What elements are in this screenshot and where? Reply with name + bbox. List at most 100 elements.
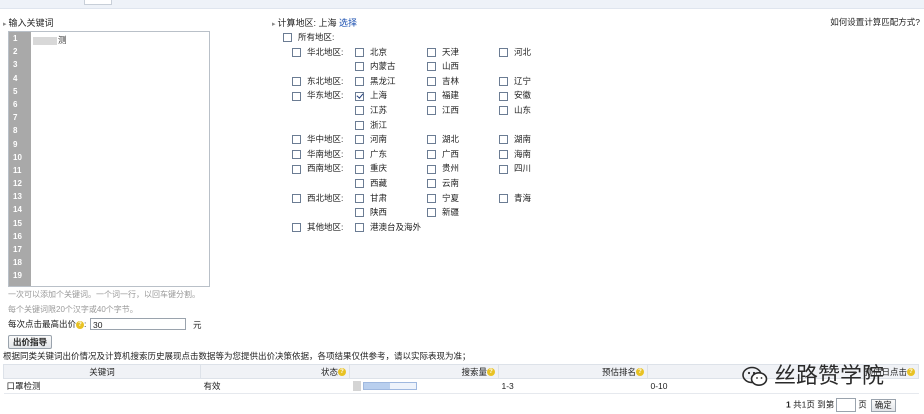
checkbox[interactable] <box>499 106 508 116</box>
region-option[interactable]: 黑龙江 <box>355 75 396 87</box>
checkbox[interactable] <box>427 135 436 145</box>
keyword-editor[interactable]: 1 2 3 4 5 6 7 8 9 10 11 12 13 14 15 16 17 18 19 测 <box>8 31 210 287</box>
region-group-3[interactable]: 华中地区: <box>292 133 343 145</box>
checkbox[interactable] <box>499 47 508 57</box>
region-option[interactable]: 海南 <box>499 148 531 160</box>
region-option[interactable]: 福建 <box>427 89 459 101</box>
checkbox[interactable] <box>355 135 364 145</box>
region-option[interactable]: 重庆 <box>355 162 387 174</box>
help-icon[interactable]: ? <box>487 368 495 377</box>
checkbox[interactable] <box>355 106 364 116</box>
region-group-0[interactable]: 华北地区: <box>292 46 343 58</box>
checkbox[interactable] <box>292 47 301 57</box>
checkbox[interactable] <box>427 91 436 101</box>
pager: 1 共1页 到第 页确定 <box>786 398 896 412</box>
region-group-7[interactable]: 其他地区: <box>292 221 343 233</box>
region-group-6[interactable]: 西北地区: <box>292 192 343 204</box>
checkbox[interactable] <box>499 193 508 203</box>
region-select-link[interactable]: 选择 <box>339 18 357 28</box>
checkbox[interactable] <box>292 222 301 232</box>
checkbox[interactable] <box>292 135 301 145</box>
region-option[interactable]: 山西 <box>427 60 459 72</box>
checkbox[interactable] <box>427 76 436 86</box>
region-option[interactable]: 河北 <box>499 46 531 58</box>
region-option[interactable]: 云南 <box>427 177 459 189</box>
region-option[interactable]: 湖南 <box>499 133 531 145</box>
col-search-volume: 搜索量? <box>349 364 499 379</box>
region-option[interactable]: 青海 <box>499 192 531 204</box>
region-option[interactable]: 浙江 <box>355 119 387 131</box>
region-option[interactable]: 新疆 <box>427 206 459 218</box>
bid-input[interactable]: 30 <box>90 318 186 330</box>
checkbox[interactable] <box>499 164 508 174</box>
checkbox[interactable] <box>292 193 301 203</box>
region-option[interactable]: 四川 <box>499 162 531 174</box>
checkbox[interactable] <box>355 47 364 57</box>
checkbox[interactable] <box>499 76 508 86</box>
region-group-4[interactable]: 华南地区: <box>292 148 343 160</box>
checkbox[interactable] <box>427 106 436 116</box>
bid-guide-button[interactable]: 出价指导 <box>8 335 53 349</box>
help-icon[interactable]: ? <box>636 368 644 377</box>
col-status: 状态? <box>200 364 350 379</box>
checkbox[interactable] <box>499 149 508 159</box>
region-option[interactable]: 吉林 <box>427 75 459 87</box>
checkbox[interactable] <box>292 91 301 101</box>
checkbox[interactable] <box>427 179 436 189</box>
region-option[interactable]: 港澳台及海外 <box>355 221 421 233</box>
checkbox[interactable] <box>355 120 364 130</box>
help-icon[interactable]: ? <box>76 320 85 329</box>
checkbox[interactable] <box>427 164 436 174</box>
region-group-2[interactable]: 华东地区: <box>292 89 343 101</box>
checkbox[interactable] <box>292 149 301 159</box>
region-option[interactable]: 内蒙古 <box>355 60 396 72</box>
help-icon[interactable]: ? <box>907 368 915 377</box>
region-option[interactable]: 甘肃 <box>355 192 387 204</box>
region-option[interactable]: 广东 <box>355 148 387 160</box>
region-option[interactable]: 广西 <box>427 148 459 160</box>
region-option[interactable]: 河南 <box>355 133 387 145</box>
page-input[interactable] <box>836 398 857 412</box>
region-option[interactable]: 西藏 <box>355 177 387 189</box>
match-help-link[interactable]: 如何设置计算匹配方式? <box>830 16 920 28</box>
page-current[interactable]: 1 <box>786 399 791 409</box>
region-group-5[interactable]: 西南地区: <box>292 162 343 174</box>
checkbox[interactable] <box>355 193 364 203</box>
region-option[interactable]: 湖北 <box>427 133 459 145</box>
checkbox[interactable] <box>355 222 364 232</box>
checkbox[interactable] <box>355 76 364 86</box>
checkbox[interactable] <box>427 149 436 159</box>
region-option[interactable]: 陕西 <box>355 206 387 218</box>
keyword-line-1[interactable]: 测 <box>33 34 67 46</box>
region-option[interactable]: 贵州 <box>427 162 459 174</box>
checkbox[interactable] <box>292 164 301 174</box>
region-option[interactable]: 辽宁 <box>499 75 531 87</box>
checkbox[interactable] <box>355 164 364 174</box>
checkbox[interactable] <box>355 179 364 189</box>
checkbox[interactable] <box>283 33 292 43</box>
region-option[interactable]: 江西 <box>427 104 459 116</box>
confirm-button[interactable]: 确定 <box>870 398 896 412</box>
region-option[interactable]: 安徽 <box>499 89 531 101</box>
tab-stub[interactable] <box>84 0 112 5</box>
region-option[interactable]: 上海 <box>355 89 387 101</box>
checkbox[interactable] <box>427 208 436 218</box>
checkbox[interactable] <box>499 135 508 145</box>
region-option[interactable]: 江苏 <box>355 104 387 116</box>
region-option[interactable]: 宁夏 <box>427 192 459 204</box>
all-regions-option[interactable]: 所有地区: <box>283 31 334 43</box>
checkbox[interactable] <box>427 62 436 72</box>
checkbox[interactable] <box>292 76 301 86</box>
checkbox[interactable] <box>355 149 364 159</box>
region-group-1[interactable]: 东北地区: <box>292 75 343 87</box>
help-icon[interactable]: ? <box>338 368 346 377</box>
region-option[interactable]: 山东 <box>499 104 531 116</box>
checkbox[interactable] <box>355 208 364 218</box>
checkbox[interactable] <box>427 47 436 57</box>
region-option[interactable]: 天津 <box>427 46 459 58</box>
checkbox[interactable] <box>355 62 364 72</box>
checkbox[interactable] <box>499 91 508 101</box>
checkbox[interactable] <box>355 91 364 101</box>
region-option[interactable]: 北京 <box>355 46 387 58</box>
checkbox[interactable] <box>427 193 436 203</box>
